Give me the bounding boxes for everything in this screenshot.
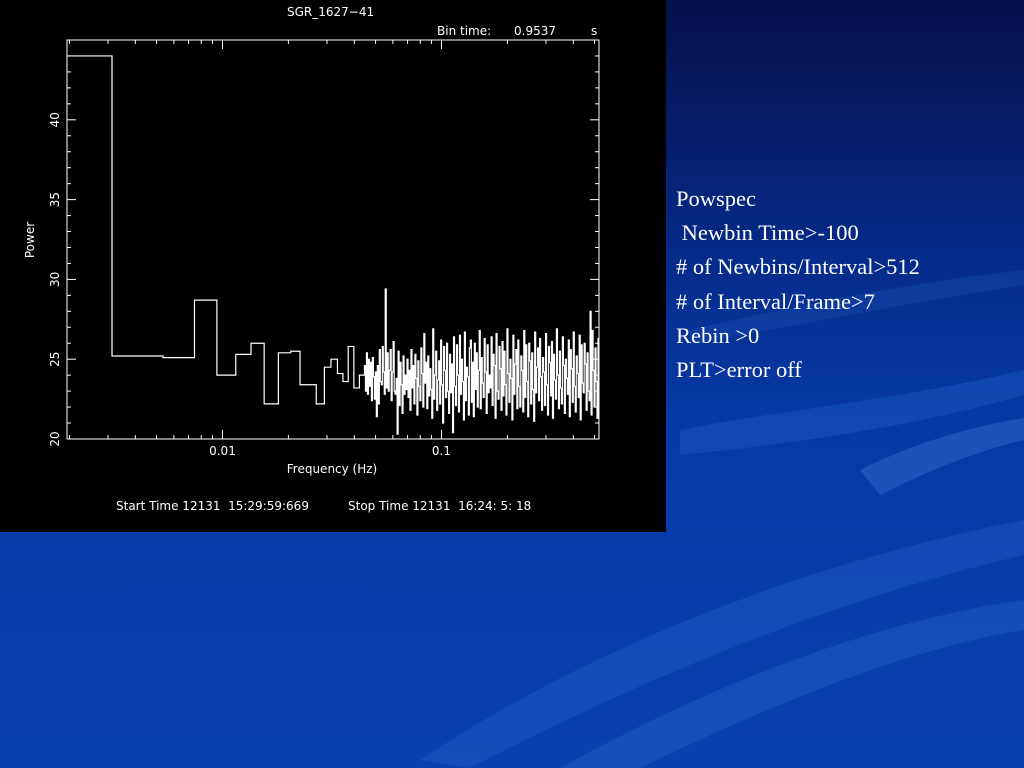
y-tick-label: 20 [48, 431, 62, 446]
chart-title: SGR_1627−41 [287, 5, 374, 19]
y-tick-label: 30 [48, 272, 62, 287]
y-tick-label: 25 [48, 352, 62, 367]
y-axis-label: Power [23, 222, 37, 258]
note-line: Newbin Time>-100 [676, 220, 859, 246]
footer-start-time: Start Time 12131 15:29:59:669 [116, 499, 309, 513]
x-tick-label: 0.1 [432, 444, 451, 458]
plot-canvas: SGR_1627−41 Bin time: 0.9537 s 20 25 30 35 4… [23, 5, 600, 513]
y-tick-label: 35 [48, 192, 62, 207]
bin-time-unit: s [591, 24, 597, 38]
power-spectrum-plot: SGR_1627−41 Bin time: 0.9537 s 20 25 30 35 4… [0, 0, 666, 532]
x-tick-label: 0.01 [209, 444, 236, 458]
x-axis-ticks: 0.01 0.1 [68, 40, 596, 458]
y-tick-label: 40 [48, 112, 62, 127]
note-line: PLT>error off [676, 357, 802, 383]
note-line: Rebin >0 [676, 322, 760, 348]
note-line: # of Newbins/Interval>512 [676, 254, 920, 280]
command-notes: Powspec Newbin Time>-100 # of Newbins/In… [676, 182, 1021, 387]
bin-time-value: 0.9537 [514, 24, 556, 38]
note-line: # of Interval/Frame>7 [676, 288, 875, 314]
footer-stop-time: Stop Time 12131 16:24: 5: 18 [348, 499, 531, 513]
x-axis-label: Frequency (Hz) [287, 462, 378, 476]
bin-time-label: Bin time: [437, 24, 491, 38]
note-line: Powspec [676, 186, 756, 211]
power-spectrum-line [67, 55, 599, 435]
